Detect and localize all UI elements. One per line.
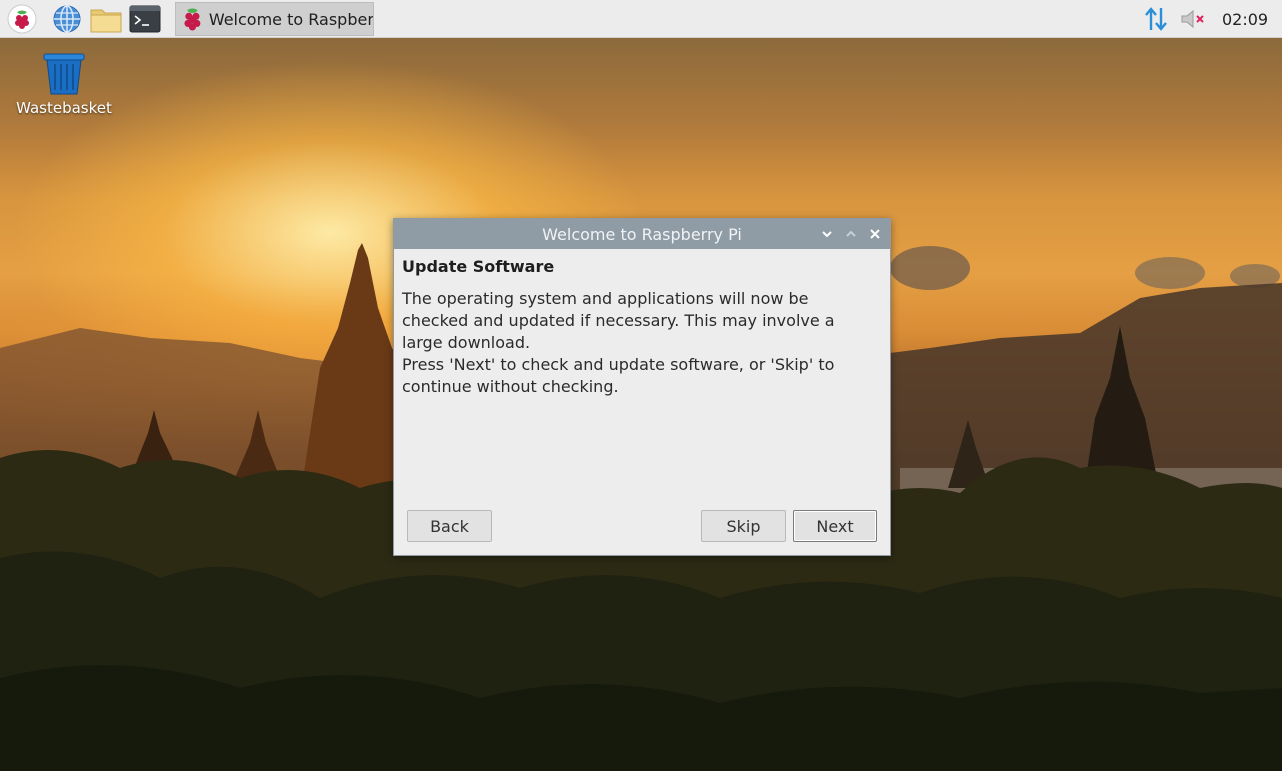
volume-muted-icon: [1181, 9, 1204, 29]
taskbar: Welcome to Raspberr... 02:09: [0, 0, 1282, 38]
skip-button[interactable]: Skip: [701, 510, 786, 542]
welcome-dialog: Welcome to Raspberry Pi Update Software …: [393, 218, 891, 556]
web-browser-button[interactable]: [51, 3, 83, 35]
maximize-button[interactable]: [842, 225, 860, 243]
raspberry-icon: [184, 8, 201, 31]
terminal-button[interactable]: [129, 3, 161, 35]
network-status-button[interactable]: [1140, 3, 1172, 35]
dialog-instructions: Press 'Next' to check and update softwar…: [402, 355, 835, 396]
chevron-down-icon: [822, 231, 832, 238]
taskbar-task-label: Welcome to Raspberr...: [208, 9, 373, 29]
desktop-icon-label: Wastebasket: [16, 99, 112, 117]
minimize-button[interactable]: [818, 225, 836, 243]
taskbar-task-welcome[interactable]: Welcome to Raspberr...: [175, 2, 374, 36]
back-button[interactable]: Back: [407, 510, 492, 542]
volume-button[interactable]: [1178, 3, 1210, 35]
dialog-titlebar[interactable]: Welcome to Raspberry Pi: [394, 219, 890, 249]
globe-icon: [53, 5, 81, 33]
raspberry-menu-button[interactable]: [6, 3, 38, 35]
chevron-up-icon: [846, 230, 856, 237]
dialog-description: The operating system and applications wi…: [402, 289, 835, 352]
close-icon: [870, 229, 880, 239]
dialog-title: Welcome to Raspberry Pi: [542, 225, 742, 244]
folder-icon: [90, 9, 122, 33]
dialog-heading: Update Software: [402, 257, 555, 276]
file-manager-button[interactable]: [90, 3, 122, 35]
clock[interactable]: 02:09: [1222, 10, 1268, 29]
desktop-icon-wastebasket[interactable]: Wastebasket: [10, 52, 118, 122]
next-button[interactable]: Next: [793, 510, 877, 542]
raspberry-icon: [7, 4, 37, 34]
network-arrows-icon: [1145, 7, 1167, 31]
trash-icon: [43, 53, 85, 95]
terminal-icon: [129, 5, 161, 33]
close-button[interactable]: [866, 225, 884, 243]
